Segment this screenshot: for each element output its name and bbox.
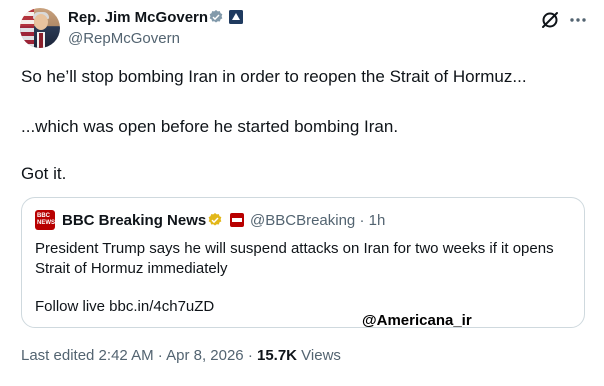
- bbc-affiliate-badge-icon: [230, 213, 244, 227]
- quoted-handle[interactable]: @BBCBreaking: [250, 212, 355, 229]
- quoted-tweet-card[interactable]: BBC NEWS BBC Breaking News @BBCBreaking …: [21, 197, 585, 328]
- watermark-text: @Americana_ir: [362, 312, 472, 329]
- avatar-face: [34, 14, 48, 30]
- government-badge-icon: [229, 10, 243, 24]
- verified-badge-icon: [209, 10, 223, 23]
- tweet-text-line-2: ...which was open before he started bomb…: [21, 117, 399, 136]
- views-count: 15.7K: [256, 347, 298, 364]
- grok-icon[interactable]: [540, 10, 560, 30]
- author-name[interactable]: Rep. Jim McGovern: [68, 9, 208, 26]
- tweet-footer: Last edited 2:42 AM · Apr 8, 2026 · 15.7…: [21, 347, 341, 364]
- tweet-text-line-3: Got it.: [21, 164, 67, 183]
- quoted-time[interactable]: 1h: [369, 212, 386, 229]
- flag-background: [20, 8, 34, 48]
- meta-separator: ·: [359, 212, 365, 229]
- author-handle[interactable]: @RepMcGovern: [68, 30, 180, 47]
- bbc-news-avatar[interactable]: BBC NEWS: [35, 210, 55, 230]
- more-options-icon[interactable]: [568, 10, 588, 30]
- gold-verified-badge-icon: [208, 213, 222, 226]
- edited-timestamp[interactable]: Last edited 2:42 AM · Apr 8, 2026 ·: [21, 347, 257, 364]
- quoted-tweet-text: President Trump says he will suspend att…: [35, 240, 554, 277]
- quoted-follow-link: Follow live bbc.in/4ch7uZD: [35, 298, 215, 315]
- author-avatar[interactable]: [20, 8, 60, 48]
- quoted-meta: @BBCBreaking · 1h: [250, 212, 385, 229]
- avatar-tie: [39, 33, 43, 48]
- views-label: Views: [297, 347, 341, 364]
- quoted-author-name[interactable]: BBC Breaking News: [62, 212, 206, 229]
- bbc-logo-text: BBC NEWS: [37, 213, 55, 226]
- tweet-text-line-1: So he’ll stop bombing Iran in order to r…: [21, 67, 527, 86]
